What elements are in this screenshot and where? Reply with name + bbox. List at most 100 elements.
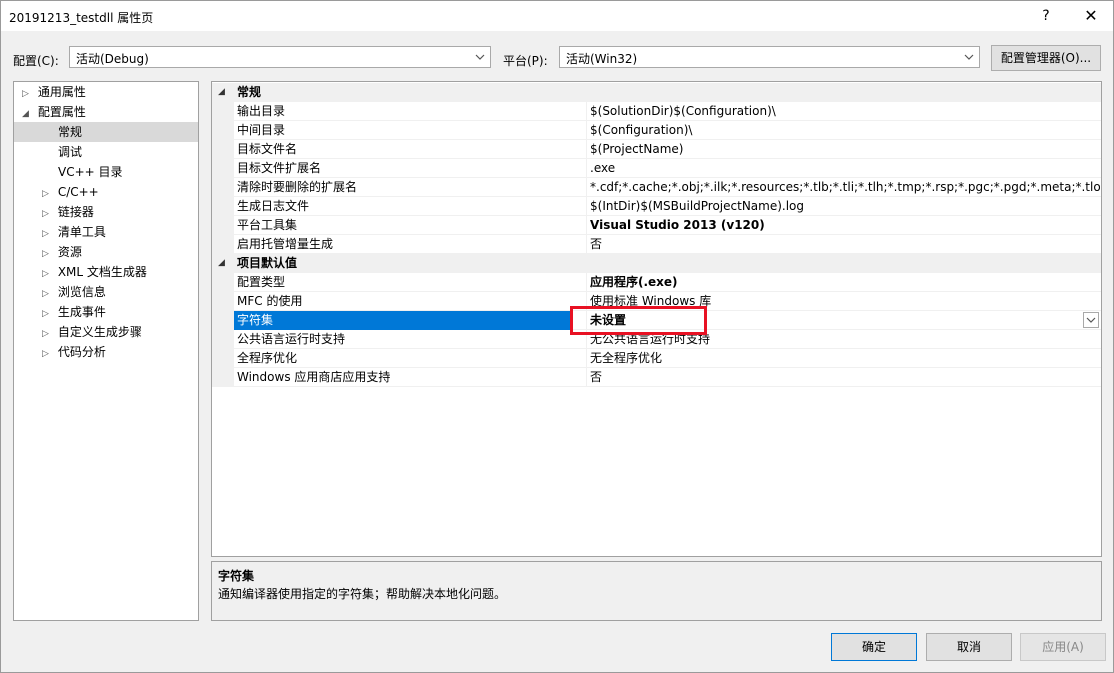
- description-title: 字符集: [218, 569, 255, 583]
- property-value[interactable]: .exe: [590, 159, 1100, 178]
- property-row[interactable]: 目标文件扩展名 .exe: [212, 159, 1101, 178]
- property-name: Windows 应用商店应用支持: [237, 370, 391, 384]
- apply-button[interactable]: 应用(A): [1020, 633, 1106, 661]
- tree-item-label: 清单工具: [57, 225, 106, 239]
- property-row[interactable]: 全程序优化 无全程序优化: [212, 349, 1101, 368]
- property-name: 启用托管增量生成: [237, 237, 334, 251]
- property-value[interactable]: 否: [590, 235, 1100, 254]
- property-value[interactable]: 应用程序(.exe): [590, 273, 1100, 292]
- value-dropdown-button[interactable]: [1083, 312, 1099, 328]
- tree-item-vc-directories[interactable]: VC++ 目录: [58, 162, 123, 182]
- expand-icon[interactable]: ▷: [42, 244, 54, 264]
- tree-item-custom-build-step[interactable]: ▷ 自定义生成步骤: [42, 322, 142, 342]
- highlight-annotation-box: [570, 306, 707, 335]
- platform-label: 平台(P):: [503, 54, 548, 68]
- chevron-down-icon: [964, 54, 974, 60]
- configuration-manager-button[interactable]: 配置管理器(O)...: [991, 45, 1101, 71]
- config-dropdown[interactable]: 活动(Debug): [69, 46, 491, 68]
- config-value: 活动(Debug): [76, 52, 149, 66]
- property-name: 输出目录: [237, 104, 286, 118]
- tree-item-configuration-properties[interactable]: ◢ 配置属性: [22, 102, 198, 122]
- property-value[interactable]: Visual Studio 2013 (v120): [590, 216, 1100, 235]
- tree-item-label: VC++ 目录: [58, 165, 123, 179]
- description-text: 通知编译器使用指定的字符集；帮助解决本地化问题。: [218, 587, 507, 601]
- property-value[interactable]: 否: [590, 368, 1100, 387]
- property-name: 公共语言运行时支持: [237, 332, 346, 346]
- tree-item-c-cpp[interactable]: ▷ C/C++: [42, 182, 99, 202]
- cancel-button[interactable]: 取消: [926, 633, 1012, 661]
- category-general[interactable]: ◢ 常规: [212, 83, 1101, 102]
- chevron-down-icon: [475, 54, 485, 60]
- expand-icon[interactable]: ▷: [22, 84, 34, 104]
- property-value[interactable]: $(Configuration)\: [590, 121, 1100, 140]
- expand-icon[interactable]: ▷: [42, 324, 54, 344]
- property-value[interactable]: 无全程序优化: [590, 349, 1100, 368]
- property-row[interactable]: 中间目录 $(Configuration)\: [212, 121, 1101, 140]
- tree-item-resources[interactable]: ▷ 资源: [42, 242, 82, 262]
- property-value[interactable]: *.cdf;*.cache;*.obj;*.ilk;*.resources;*.…: [590, 178, 1100, 197]
- tree-item-manifest-tool[interactable]: ▷ 清单工具: [42, 222, 106, 242]
- expand-icon[interactable]: ▷: [42, 344, 54, 364]
- property-row[interactable]: 平台工具集 Visual Studio 2013 (v120): [212, 216, 1101, 235]
- configuration-bar: 配置(C): 活动(Debug) 平台(P): 活动(Win32) 配置管理器(…: [1, 45, 1113, 73]
- tree-item-debugging[interactable]: 调试: [58, 142, 82, 162]
- property-value[interactable]: $(ProjectName): [590, 140, 1100, 159]
- config-label: 配置(C):: [13, 54, 59, 68]
- tree-item-label: XML 文档生成器: [57, 265, 147, 279]
- collapse-icon[interactable]: ◢: [218, 254, 225, 273]
- chevron-down-icon: [1086, 317, 1096, 323]
- expand-icon[interactable]: ▷: [42, 184, 54, 204]
- category-project-defaults[interactable]: ◢ 项目默认值: [212, 254, 1101, 273]
- property-row[interactable]: 生成日志文件 $(IntDir)$(MSBuildProjectName).log: [212, 197, 1101, 216]
- tree-item-linker[interactable]: ▷ 链接器: [42, 202, 94, 222]
- tree-item-label: 调试: [58, 145, 83, 159]
- property-name: 目标文件名: [237, 142, 298, 156]
- property-row[interactable]: 目标文件名 $(ProjectName): [212, 140, 1101, 159]
- property-row[interactable]: 配置类型 应用程序(.exe): [212, 273, 1101, 292]
- tree-item-browse-information[interactable]: ▷ 浏览信息: [42, 282, 106, 302]
- collapse-icon[interactable]: ◢: [22, 104, 34, 124]
- category-label: 项目默认值: [237, 256, 298, 270]
- title-bar: 20191213_testdll 属性页 ? ✕: [1, 1, 1113, 31]
- property-row[interactable]: 启用托管增量生成 否: [212, 235, 1101, 254]
- property-name: 字符集: [234, 311, 573, 330]
- help-button[interactable]: ?: [1031, 1, 1061, 31]
- expand-icon[interactable]: ▷: [42, 264, 54, 284]
- property-value[interactable]: $(SolutionDir)$(Configuration)\: [590, 102, 1100, 121]
- property-name: 平台工具集: [237, 218, 298, 232]
- tree-item-xml-doc-generator[interactable]: ▷ XML 文档生成器: [42, 262, 147, 282]
- expand-icon[interactable]: ▷: [42, 304, 54, 324]
- tree-item-label: 资源: [57, 245, 82, 259]
- collapse-icon[interactable]: ◢: [218, 83, 225, 102]
- property-tree: ▷ 通用属性 ◢ 配置属性 常规 调试 VC++ 目录 ▷ C/C++ ▷ 链接…: [13, 81, 199, 621]
- tree-item-label: 自定义生成步骤: [57, 325, 142, 339]
- tree-item-label: 生成事件: [57, 305, 106, 319]
- expand-icon[interactable]: ▷: [42, 224, 54, 244]
- tree-item-label: 代码分析: [57, 345, 106, 359]
- expand-icon[interactable]: ▷: [42, 284, 54, 304]
- category-label: 常规: [237, 85, 262, 99]
- window-title: 20191213_testdll 属性页: [9, 11, 154, 25]
- property-row[interactable]: 清除时要删除的扩展名 *.cdf;*.cache;*.obj;*.ilk;*.re…: [212, 178, 1101, 197]
- property-pages-window: 20191213_testdll 属性页 ? ✕ 配置(C): 活动(Debug…: [0, 0, 1114, 673]
- tree-item-build-events[interactable]: ▷ 生成事件: [42, 302, 106, 322]
- tree-item-general[interactable]: 常规: [14, 122, 198, 142]
- property-name: 目标文件扩展名: [237, 161, 322, 175]
- property-name: 中间目录: [237, 123, 286, 137]
- tree-item-common-properties[interactable]: ▷ 通用属性: [22, 82, 198, 102]
- tree-item-label: 常规: [58, 125, 83, 139]
- property-name: 清除时要删除的扩展名: [237, 180, 358, 194]
- property-name: 生成日志文件: [237, 199, 310, 213]
- tree-item-label: 浏览信息: [57, 285, 106, 299]
- tree-item-label: 通用属性: [37, 85, 86, 99]
- property-row[interactable]: Windows 应用商店应用支持 否: [212, 368, 1101, 387]
- property-name: MFC 的使用: [237, 294, 303, 308]
- property-value[interactable]: $(IntDir)$(MSBuildProjectName).log: [590, 197, 1100, 216]
- platform-dropdown[interactable]: 活动(Win32): [559, 46, 980, 68]
- property-row[interactable]: 输出目录 $(SolutionDir)$(Configuration)\: [212, 102, 1101, 121]
- description-panel: 字符集 通知编译器使用指定的字符集；帮助解决本地化问题。: [211, 561, 1102, 621]
- ok-button[interactable]: 确定: [831, 633, 917, 661]
- close-button[interactable]: ✕: [1073, 1, 1109, 31]
- tree-item-code-analysis[interactable]: ▷ 代码分析: [42, 342, 106, 362]
- expand-icon[interactable]: ▷: [42, 204, 54, 224]
